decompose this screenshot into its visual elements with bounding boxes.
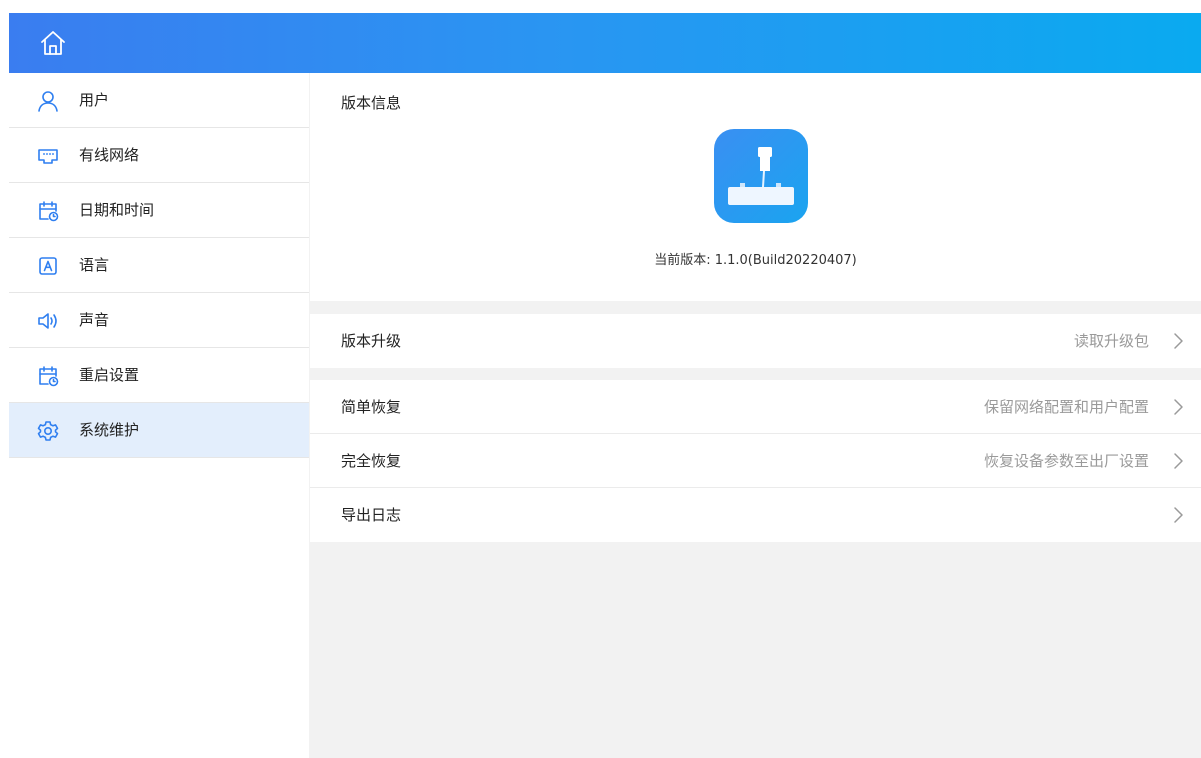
version-upgrade-row[interactable]: 版本升级 读取升级包: [310, 314, 1201, 368]
sidebar-item-label: 声音: [79, 311, 110, 329]
home-button[interactable]: [35, 25, 71, 61]
sidebar-item-label: 系统维护: [79, 421, 140, 439]
sidebar-item-language[interactable]: 语言: [9, 238, 309, 293]
chevron-right-icon: [1174, 453, 1183, 469]
export-log-row[interactable]: 导出日志: [310, 488, 1201, 542]
user-icon: [37, 90, 59, 112]
version-info-card: 版本信息 当前版本: 1.1.0(Build20220407): [310, 73, 1201, 301]
upgrade-tool-icon: [728, 147, 794, 205]
header-bar: [9, 13, 1201, 73]
ethernet-icon: [37, 145, 59, 167]
version-info-title: 版本信息: [341, 94, 402, 112]
speaker-icon: [37, 310, 59, 332]
sidebar-item-label: 语言: [79, 256, 110, 274]
sidebar: 用户 有线网络 日期和时间 语言 声音 重启设置 系统维护: [9, 73, 309, 758]
sidebar-item-label: 日期和时间: [79, 201, 155, 219]
row-label: 完全恢复: [341, 452, 402, 470]
sidebar-item-date-time[interactable]: 日期和时间: [9, 183, 309, 238]
row-label: 导出日志: [341, 506, 402, 524]
sidebar-item-wired-network[interactable]: 有线网络: [9, 128, 309, 183]
full-restore-row[interactable]: 完全恢复 恢复设备参数至出厂设置: [310, 434, 1201, 488]
sidebar-item-system-maintenance[interactable]: 系统维护: [9, 403, 309, 458]
chevron-right-icon: [1174, 507, 1183, 523]
home-icon: [41, 31, 65, 55]
current-version-text: 当前版本: 1.1.0(Build20220407): [654, 253, 857, 268]
row-label: 简单恢复: [341, 398, 402, 416]
sidebar-item-user[interactable]: 用户: [9, 73, 309, 128]
app-logo: [714, 129, 808, 223]
sidebar-item-sound[interactable]: 声音: [9, 293, 309, 348]
simple-restore-row[interactable]: 简单恢复 保留网络配置和用户配置: [310, 380, 1201, 434]
chevron-right-icon: [1174, 399, 1183, 415]
app-window: 用户 有线网络 日期和时间 语言 声音 重启设置 系统维护 版本信息 当前版本:…: [9, 13, 1201, 758]
main-content: 版本信息 当前版本: 1.1.0(Build20220407) 版本升级 读取升…: [310, 73, 1201, 758]
gear-icon: [37, 420, 59, 442]
row-value: 保留网络配置和用户配置: [983, 398, 1149, 416]
row-value: 读取升级包: [1073, 332, 1149, 350]
calendar-clock-icon: [37, 365, 59, 387]
row-value: 恢复设备参数至出厂设置: [983, 452, 1149, 470]
calendar-clock-icon: [37, 200, 59, 222]
sidebar-item-label: 用户: [79, 91, 110, 109]
chevron-right-icon: [1174, 333, 1183, 349]
sidebar-item-label: 重启设置: [79, 366, 140, 384]
sidebar-item-restart-settings[interactable]: 重启设置: [9, 348, 309, 403]
sidebar-item-label: 有线网络: [79, 146, 140, 164]
language-icon: [37, 255, 59, 277]
row-label: 版本升级: [341, 332, 402, 350]
